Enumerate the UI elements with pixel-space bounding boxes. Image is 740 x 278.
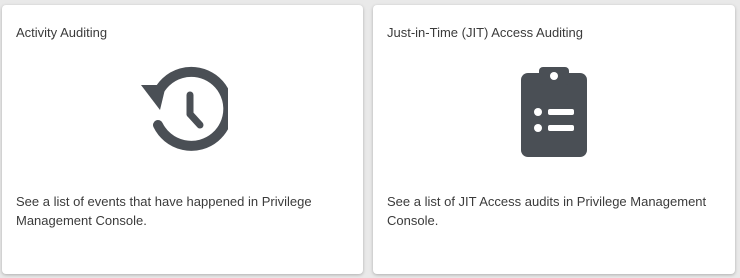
card-title: Activity Auditing — [16, 25, 108, 40]
activity-auditing-card[interactable]: Activity Auditing See a list of events t… — [2, 5, 363, 274]
clipboard-list-icon — [373, 65, 735, 157]
card-description: See a list of JIT Access audits in Privi… — [387, 194, 707, 228]
card-title: Just-in-Time (JIT) Access Auditing — [387, 25, 584, 40]
jit-access-auditing-card[interactable]: Just-in-Time (JIT) Access Auditing See a… — [373, 5, 735, 274]
audit-cards: Activity Auditing See a list of events t… — [0, 0, 740, 278]
card-description: See a list of events that have happened … — [16, 194, 312, 228]
history-icon — [2, 65, 363, 155]
